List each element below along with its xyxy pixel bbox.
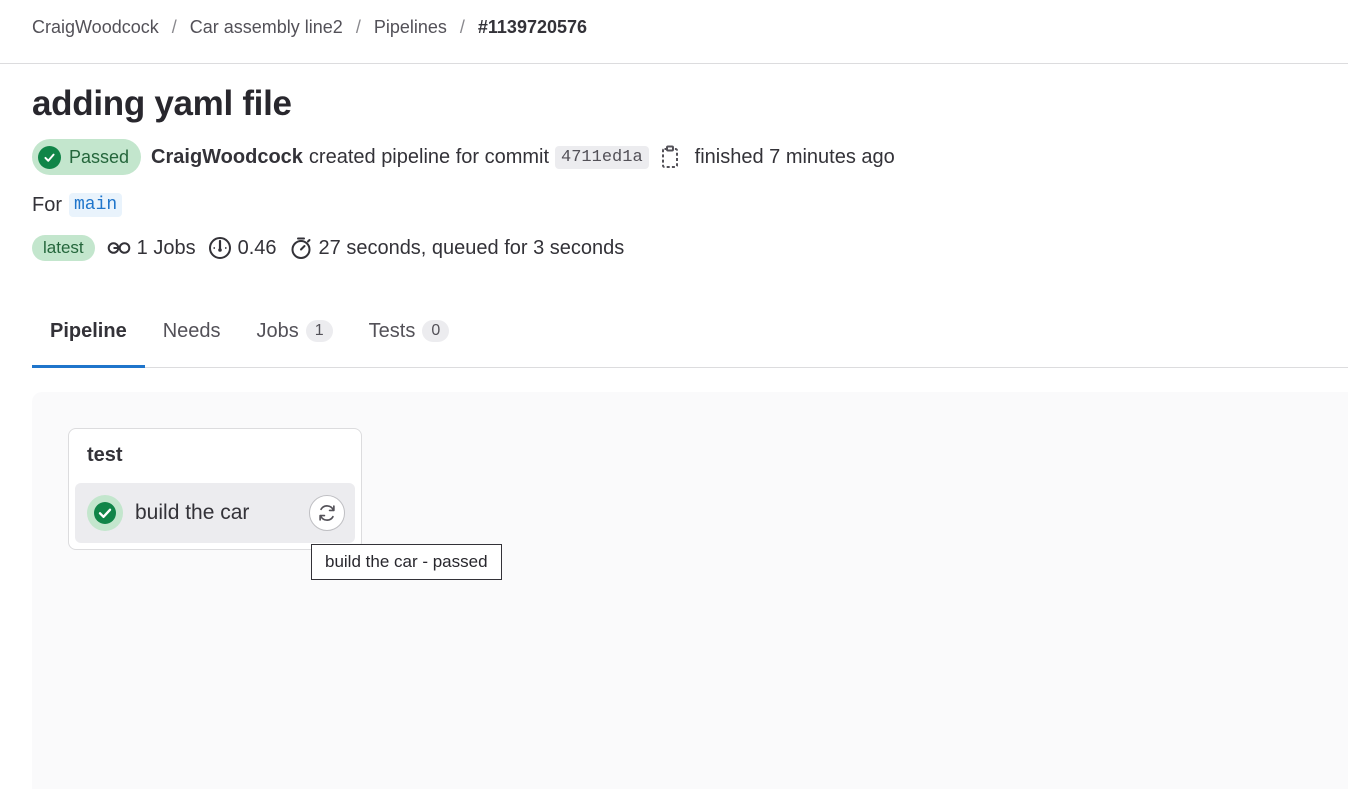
tab-count-badge: 1 [305, 320, 333, 342]
pipeline-action-text: created pipeline for commit [308, 145, 550, 168]
job-item[interactable]: build the car [75, 483, 355, 543]
timer-icon [291, 237, 311, 259]
breadcrumb: CraigWoodcock / Car assembly line2 / Pip… [32, 17, 587, 38]
tab-needs[interactable]: Needs [145, 295, 239, 367]
breadcrumb-separator: / [171, 17, 177, 37]
author-link[interactable]: CraigWoodcock [151, 146, 303, 169]
retry-icon [319, 505, 335, 521]
breadcrumb-bar: CraigWoodcock / Car assembly line2 / Pip… [0, 0, 1348, 64]
pipeline-graph: test build the car [32, 392, 1348, 789]
dashboard-gauge-icon [208, 237, 231, 259]
breadcrumb-pipeline-id[interactable]: #1139720576 [478, 17, 587, 38]
job-tooltip: build the car - passed [311, 544, 502, 580]
pipeline-tabs: Pipeline Needs Jobs 1 Tests 0 [32, 295, 1348, 368]
commit-sha-link[interactable]: 4711ed1a [555, 145, 649, 169]
tab-jobs[interactable]: Jobs 1 [239, 295, 351, 367]
pipeline-meta-line: latest 1 Jobs 0.46 27 seconds, queued fo… [32, 235, 636, 261]
job-status [87, 495, 123, 531]
retry-job-button[interactable] [309, 495, 345, 531]
tab-count-badge: 0 [422, 320, 450, 342]
check-circle-icon [94, 502, 116, 524]
tab-label: Tests [368, 319, 416, 342]
stage-name: test [87, 444, 123, 466]
tab-tests[interactable]: Tests 0 [351, 295, 468, 367]
tab-label: Jobs [256, 319, 299, 342]
jobs-count: 1 Jobs [107, 237, 196, 260]
breadcrumb-project[interactable]: Car assembly line2 [190, 17, 343, 38]
tab-label: Needs [162, 319, 221, 342]
latest-badge: latest [32, 235, 95, 261]
compute-usage-text: 0.46 [237, 236, 277, 259]
copy-to-clipboard-icon[interactable] [661, 145, 681, 169]
breadcrumb-separator: / [459, 17, 465, 37]
breadcrumb-user[interactable]: CraigWoodcock [32, 17, 159, 38]
jobs-count-text: 1 Jobs [136, 236, 196, 259]
pipeline-jobs-icon [107, 242, 130, 254]
branch-link[interactable]: main [69, 193, 123, 217]
breadcrumb-separator: / [355, 17, 361, 37]
stage-column: test build the car [68, 428, 362, 550]
page-title: adding yaml file [32, 84, 292, 123]
breadcrumb-pipelines[interactable]: Pipelines [374, 17, 447, 38]
ref-prefix: For [32, 193, 62, 216]
pipeline-status-line: Passed CraigWoodcock created pipeline fo… [32, 139, 901, 175]
job-name: build the car [135, 501, 250, 524]
tab-pipeline[interactable]: Pipeline [32, 295, 145, 368]
pipeline-duration: 27 seconds, queued for 3 seconds [289, 236, 625, 260]
ref-line: For main [32, 193, 123, 217]
check-circle-icon [38, 145, 61, 169]
compute-usage: 0.46 [208, 236, 277, 260]
status-badge[interactable]: Passed [32, 139, 142, 175]
finished-time: finished 7 minutes ago [694, 145, 895, 168]
tab-label: Pipeline [50, 319, 127, 342]
pipeline-duration-text: 27 seconds, queued for 3 seconds [318, 236, 625, 259]
status-badge-label: Passed [69, 146, 130, 167]
